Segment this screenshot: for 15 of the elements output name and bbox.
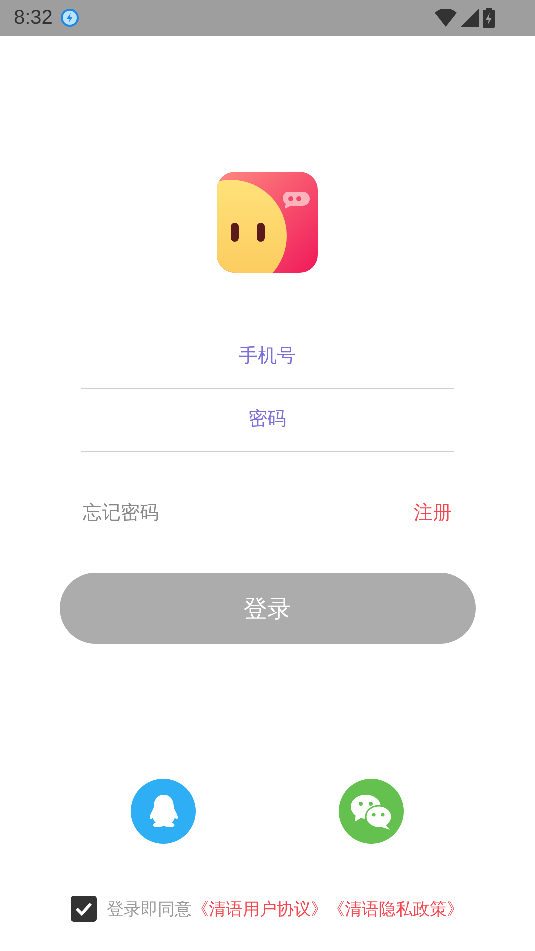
agreement-text: 登录即同意	[107, 898, 192, 920]
policy-link[interactable]: 《清语用户协议》	[192, 898, 328, 920]
wifi-icon	[435, 9, 457, 27]
shield-icon	[60, 8, 79, 28]
policy-link[interactable]: 《清语隐私政策》	[328, 898, 464, 920]
register-link[interactable]: 注册	[414, 500, 452, 526]
agree-checkbox[interactable]	[71, 896, 97, 922]
status-time: 8:32	[14, 6, 53, 30]
battery-icon	[483, 8, 495, 28]
signal-icon	[461, 9, 479, 27]
password-field[interactable]: 密码	[81, 389, 454, 452]
chat-bubbles-icon	[350, 792, 394, 830]
phone-field[interactable]: 手机号	[81, 326, 454, 389]
checkmark-icon	[75, 902, 93, 916]
forgot-password-link[interactable]: 忘记密码	[83, 500, 159, 526]
